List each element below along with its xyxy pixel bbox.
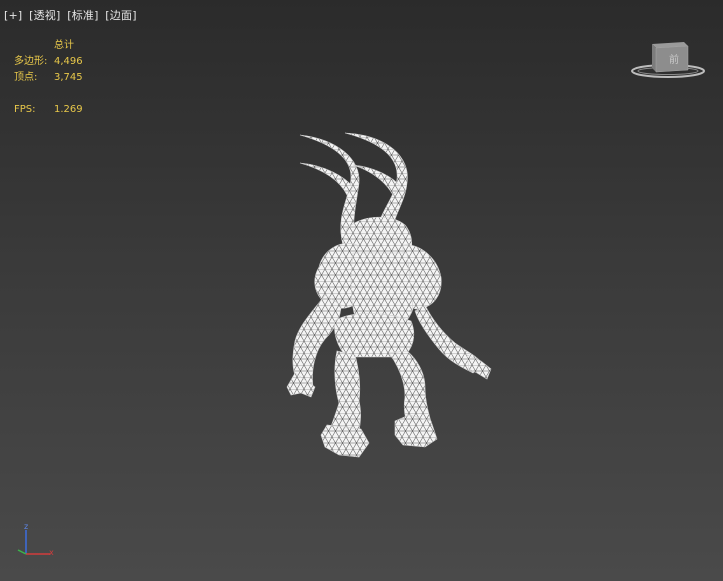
stats-fps-row: FPS: 1.269: [14, 102, 83, 118]
viewport-shading-menu[interactable]: [标准]: [67, 9, 98, 22]
axis-x-label: x: [49, 548, 54, 557]
axis-z-label: z: [24, 522, 29, 531]
viewcube-face-label: 前: [669, 53, 679, 66]
viewport-mode-menu[interactable]: [边面]: [105, 9, 136, 22]
polys-label: 多边形:: [14, 56, 48, 67]
viewport-view-menu[interactable]: [透视]: [29, 9, 60, 22]
viewport-plus-menu[interactable]: [+]: [4, 9, 22, 22]
axis-tripod-icon: z x: [10, 520, 60, 560]
wireframe-creature-model[interactable]: [255, 125, 505, 470]
fps-value: 1.269: [54, 104, 83, 115]
fps-label: FPS:: [14, 104, 36, 115]
stats-header-row: 总计: [14, 38, 83, 54]
stats-polys-row: 多边形: 4,496: [14, 54, 83, 70]
viewport-label-menu: [+] [透视] [标准] [边面]: [4, 7, 140, 23]
polys-value: 4,496: [54, 56, 83, 67]
statistics-overlay: 总计 多边形: 4,496 顶点: 3,745 FPS: 1.269: [14, 38, 83, 118]
viewcube-icon[interactable]: 前: [628, 38, 706, 82]
verts-value: 3,745: [54, 72, 83, 83]
stats-header: 总计: [54, 40, 74, 51]
stats-verts-row: 顶点: 3,745: [14, 70, 83, 86]
verts-label: 顶点:: [14, 72, 38, 83]
